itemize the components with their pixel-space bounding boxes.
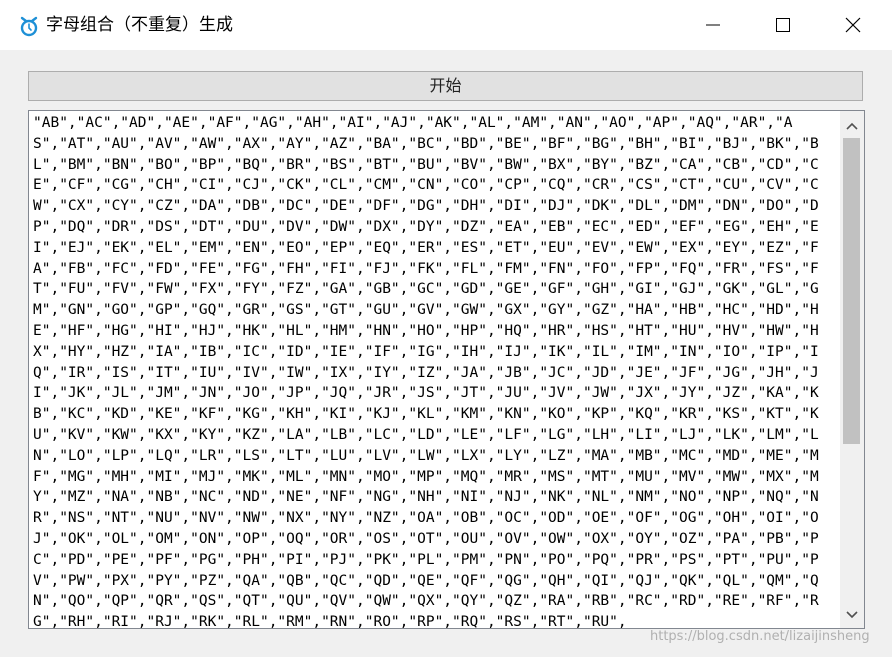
vertical-scrollbar[interactable] <box>840 111 864 628</box>
maximize-button[interactable] <box>760 0 806 50</box>
minimize-button[interactable] <box>690 0 736 50</box>
minimize-icon <box>706 24 720 26</box>
start-button[interactable]: 开始 <box>28 71 863 101</box>
title-bar[interactable]: 字母组合（不重复）生成 <box>0 0 892 50</box>
close-button[interactable] <box>830 0 876 50</box>
window-title: 字母组合（不重复）生成 <box>46 15 233 35</box>
scrollbar-thumb[interactable] <box>843 138 860 444</box>
watermark-text: https://blog.csdn.net/lizaijinsheng <box>650 629 870 644</box>
scroll-up-button[interactable] <box>840 115 864 137</box>
chevron-down-icon <box>846 611 858 619</box>
alarm-clock-icon <box>18 14 40 38</box>
output-text: "AB","AC","AD","AE","AF","AG","AH","AI",… <box>33 115 819 628</box>
maximize-icon <box>776 18 790 32</box>
chevron-up-icon <box>846 122 858 130</box>
close-icon <box>845 17 861 33</box>
output-textbox[interactable]: "AB","AC","AD","AE","AF","AG","AH","AI",… <box>28 110 865 629</box>
scroll-down-button[interactable] <box>840 604 864 626</box>
